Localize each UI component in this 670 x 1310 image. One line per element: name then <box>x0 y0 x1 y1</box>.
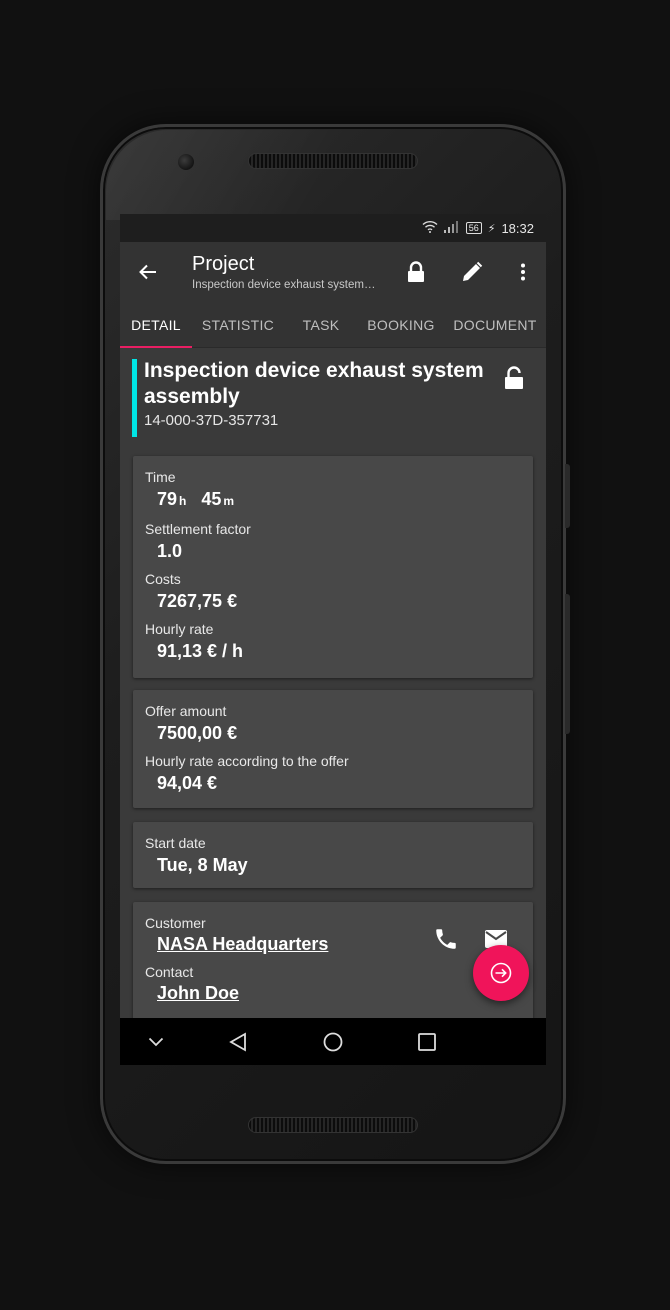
hourly-rate-value: 91,13 € / h <box>157 641 244 661</box>
signal-icon <box>443 220 460 236</box>
nav-home-button[interactable] <box>313 1018 353 1065</box>
hourly-rate-label: Hourly rate <box>145 621 214 637</box>
offer-rate-value: 94,04 € <box>157 773 218 793</box>
nav-recents-button[interactable] <box>407 1018 447 1065</box>
contact-label: Contact <box>145 964 194 980</box>
tab-bar: DETAIL STATISTIC TASK BOOKING DOCUMENT <box>120 302 546 348</box>
nav-back-icon <box>229 1031 246 1052</box>
tab-booking[interactable]: BOOKING <box>358 302 444 348</box>
app-bar: Project Inspection device exhaust system… <box>120 242 546 302</box>
tab-task[interactable]: TASK <box>284 302 358 348</box>
tab-detail[interactable]: DETAIL <box>120 302 192 348</box>
customer-link[interactable]: NASA Headquarters <box>157 934 328 955</box>
clock: 18:32 <box>501 220 534 236</box>
earpiece-speaker <box>248 153 418 169</box>
phone-icon <box>436 929 456 949</box>
page-title: Project <box>192 253 255 275</box>
offer-rate-label: Hourly rate according to the offer <box>145 753 349 769</box>
nav-back-button[interactable] <box>218 1018 258 1065</box>
system-nav-bar <box>120 1018 546 1065</box>
nav-collapse-button[interactable] <box>136 1018 176 1065</box>
summary-card: Time 79 h 45 m Settlement factor 1.0 Costs… <box>133 456 533 678</box>
project-header: Inspection device exhaust system assembl… <box>120 348 546 448</box>
more-options-button[interactable] <box>500 242 546 302</box>
project-color-bar <box>132 359 137 437</box>
front-camera <box>178 154 194 170</box>
device-screen: 56 ⚡ 18:32 Project Inspection device exh… <box>120 214 546 1065</box>
detail-content[interactable]: Inspection device exhaust system assembl… <box>120 348 546 1018</box>
settlement-factor-label: Settlement factor <box>145 521 251 537</box>
nav-recents-icon <box>418 1032 436 1051</box>
project-number: 14-000-37D-357731 <box>144 412 279 429</box>
more-vert-icon <box>521 263 525 281</box>
charging-icon: ⚡ <box>487 222 496 235</box>
bottom-speaker <box>248 1117 418 1133</box>
edit-button[interactable] <box>444 242 500 302</box>
project-lock-icon <box>504 366 524 395</box>
edit-pencil-icon <box>463 261 483 281</box>
costs-label: Costs <box>145 571 181 587</box>
tab-document[interactable]: DOCUMENT <box>444 302 546 348</box>
power-button <box>565 464 570 528</box>
status-bar: 56 ⚡ 18:32 <box>120 214 546 242</box>
volume-button <box>565 594 570 734</box>
offer-card: Offer amount 7500,00 € Hourly rate accor… <box>133 690 533 808</box>
offer-amount-label: Offer amount <box>145 703 227 719</box>
back-button[interactable] <box>120 242 176 302</box>
customer-label: Customer <box>145 915 206 931</box>
start-date-label: Start date <box>145 835 206 851</box>
time-label: Time <box>145 469 176 485</box>
time-value: 79 h 45 m <box>157 489 235 509</box>
project-title: Inspection device exhaust system assembl… <box>144 359 484 408</box>
wifi-icon <box>422 220 438 236</box>
lock-icon <box>408 261 424 282</box>
contact-link[interactable]: John Doe <box>157 983 239 1004</box>
login-arrow-icon <box>490 962 512 984</box>
costs-value: 7267,75 € <box>157 591 238 611</box>
customer-card: Customer NASA Headquarters Contact John … <box>133 902 533 1018</box>
start-date-value: Tue, 8 May <box>157 855 248 875</box>
lock-button[interactable] <box>388 242 444 302</box>
book-time-fab[interactable] <box>473 945 529 1001</box>
battery-icon: 56 <box>465 222 482 234</box>
nav-collapse-icon <box>148 1037 164 1046</box>
page-subtitle: Inspection device exhaust system… <box>192 279 376 291</box>
call-button[interactable] <box>433 926 459 957</box>
settlement-factor-value: 1.0 <box>157 541 183 561</box>
nav-home-icon <box>323 1032 343 1051</box>
dates-card: Start date Tue, 8 May <box>133 822 533 888</box>
tab-statistic[interactable]: STATISTIC <box>192 302 284 348</box>
back-arrow-icon <box>139 264 156 280</box>
offer-amount-value: 7500,00 € <box>157 723 238 743</box>
